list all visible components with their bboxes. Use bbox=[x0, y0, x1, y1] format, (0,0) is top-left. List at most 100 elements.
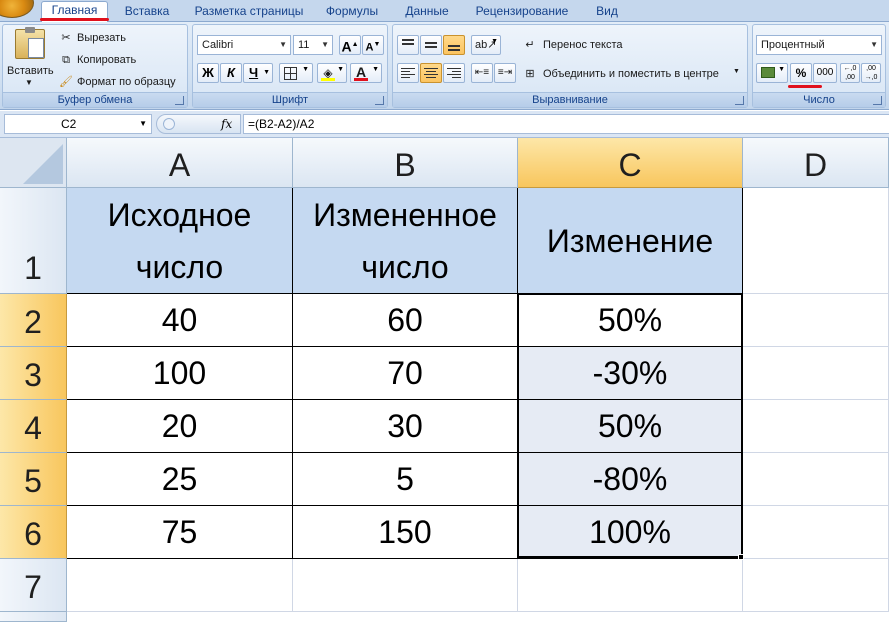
scissors-icon: ✂ bbox=[61, 32, 71, 44]
cell-c4[interactable]: 50% bbox=[518, 400, 743, 453]
merge-center-icon: ⊞ bbox=[525, 68, 535, 80]
cell-d3[interactable] bbox=[743, 347, 889, 400]
cell-a7[interactable] bbox=[67, 559, 293, 612]
chevron-down-icon[interactable]: ▼ bbox=[733, 68, 740, 75]
cell-a1[interactable]: Исходное число bbox=[67, 188, 293, 294]
cell-b4[interactable]: 30 bbox=[293, 400, 518, 453]
row-header-4[interactable]: 4 bbox=[0, 400, 67, 453]
align-bottom-button[interactable] bbox=[443, 35, 465, 55]
cell-d5[interactable] bbox=[743, 453, 889, 506]
name-box[interactable]: C2 ▼ bbox=[4, 114, 152, 134]
chevron-down-icon: ▼ bbox=[491, 38, 498, 45]
increase-decimal-button[interactable]: ←,0 ,00 bbox=[840, 63, 860, 83]
italic-button[interactable]: К bbox=[220, 63, 242, 83]
decrease-indent-button[interactable]: ⇤≡ bbox=[471, 63, 493, 83]
thousands-separator-button[interactable]: 000 bbox=[813, 63, 837, 83]
chevron-down-icon: ▼ bbox=[139, 119, 147, 128]
number-launcher-icon[interactable] bbox=[873, 96, 882, 105]
cell-b5[interactable]: 5 bbox=[293, 453, 518, 506]
cell-a4[interactable]: 20 bbox=[67, 400, 293, 453]
cut-button[interactable]: Вырезать bbox=[77, 32, 126, 44]
number-format-combo[interactable]: Процентный ▼ bbox=[756, 35, 882, 55]
clipboard-launcher-icon[interactable] bbox=[175, 96, 184, 105]
cell-b2[interactable]: 60 bbox=[293, 294, 518, 347]
insert-function-icon[interactable]: fx bbox=[221, 117, 232, 131]
row-header-8[interactable] bbox=[0, 612, 67, 622]
row-header-2[interactable]: 2 bbox=[0, 294, 67, 347]
font-color-button[interactable]: A ▼ bbox=[350, 63, 382, 83]
row-header-5[interactable]: 5 bbox=[0, 453, 67, 506]
tab-review[interactable]: Рецензирование bbox=[470, 3, 574, 22]
underline-button[interactable]: Ч ▼ bbox=[243, 63, 273, 83]
office-button[interactable] bbox=[0, 0, 34, 18]
increase-indent-button[interactable]: ≡⇥ bbox=[494, 63, 516, 83]
fill-handle[interactable] bbox=[738, 554, 744, 560]
cell-a6[interactable]: 75 bbox=[67, 506, 293, 559]
decrease-decimal-button[interactable]: ,00 →,0 bbox=[861, 63, 881, 83]
row-header-7[interactable]: 7 bbox=[0, 559, 67, 612]
font-launcher-icon[interactable] bbox=[375, 96, 384, 105]
shrink-font-button[interactable]: A▼ bbox=[362, 35, 384, 55]
cell-b1[interactable]: Измененное число bbox=[293, 188, 518, 294]
cell-a5[interactable]: 25 bbox=[67, 453, 293, 506]
chevron-down-icon: ▼ bbox=[321, 40, 329, 49]
row-header-1[interactable]: 1 bbox=[0, 188, 67, 294]
select-all-icon bbox=[23, 144, 63, 184]
cell-c6[interactable]: 100% bbox=[518, 506, 743, 559]
percent-style-button[interactable]: % bbox=[790, 63, 812, 83]
format-painter-button[interactable]: Формат по образцу bbox=[77, 76, 176, 88]
cell-d1[interactable] bbox=[743, 188, 889, 294]
tab-data[interactable]: Данные bbox=[398, 3, 456, 22]
paste-dropdown-icon[interactable]: ▼ bbox=[25, 78, 33, 87]
align-middle-button[interactable] bbox=[420, 35, 442, 55]
cell-c2[interactable]: 50% bbox=[518, 294, 743, 347]
cell-b3[interactable]: 70 bbox=[293, 347, 518, 400]
borders-button[interactable]: ▼ bbox=[279, 63, 313, 83]
align-top-button[interactable] bbox=[397, 35, 419, 55]
formula-input[interactable]: =(B2-A2)/A2 bbox=[243, 114, 889, 134]
merge-center-button[interactable]: Объединить и поместить в центре bbox=[543, 68, 719, 80]
copy-button[interactable]: Копировать bbox=[77, 54, 136, 66]
align-right-button[interactable] bbox=[443, 63, 465, 83]
font-size-combo[interactable]: 11 ▼ bbox=[293, 35, 333, 55]
column-header-c[interactable]: C bbox=[518, 138, 743, 188]
cell-b7[interactable] bbox=[293, 559, 518, 612]
font-size-value: 11 bbox=[298, 39, 310, 51]
tab-formulas[interactable]: Формулы bbox=[320, 3, 384, 22]
column-header-a[interactable]: A bbox=[67, 138, 293, 188]
alignment-launcher-icon[interactable] bbox=[735, 96, 744, 105]
row-header-3[interactable]: 3 bbox=[0, 347, 67, 400]
ribbon: Вставить ▼ ✂ Вырезать ⧉ Копировать 🖌 Фор… bbox=[0, 22, 889, 114]
column-header-d[interactable]: D bbox=[743, 138, 889, 188]
currency-format-button[interactable]: ▼ bbox=[756, 63, 788, 83]
cell-b6[interactable]: 150 bbox=[293, 506, 518, 559]
cell-c5[interactable]: -80% bbox=[518, 453, 743, 506]
cell-d6[interactable] bbox=[743, 506, 889, 559]
tab-view[interactable]: Вид bbox=[588, 3, 626, 22]
orientation-button[interactable]: ab↗ ▼ bbox=[471, 35, 501, 55]
chevron-down-icon: ▼ bbox=[302, 66, 309, 73]
font-name-combo[interactable]: Calibri ▼ bbox=[197, 35, 291, 55]
bold-button[interactable]: Ж bbox=[197, 63, 219, 83]
cell-c1[interactable]: Изменение bbox=[518, 188, 743, 294]
align-left-button[interactable] bbox=[397, 63, 419, 83]
align-center-button[interactable] bbox=[420, 63, 442, 83]
cell-c3[interactable]: -30% bbox=[518, 347, 743, 400]
cell-c7[interactable] bbox=[518, 559, 743, 612]
chevron-down-icon: ▼ bbox=[279, 40, 287, 49]
cell-a3[interactable]: 100 bbox=[67, 347, 293, 400]
paste-button[interactable]: Вставить bbox=[7, 65, 54, 77]
row-header-6[interactable]: 6 bbox=[0, 506, 67, 559]
select-all-button[interactable] bbox=[0, 138, 67, 188]
grow-font-button[interactable]: A▲ bbox=[339, 35, 361, 55]
column-header-b[interactable]: B bbox=[293, 138, 518, 188]
tab-insert[interactable]: Вставка bbox=[118, 3, 176, 22]
cell-d7[interactable] bbox=[743, 559, 889, 612]
wrap-text-button[interactable]: Перенос текста bbox=[543, 39, 623, 51]
fill-color-button[interactable]: ◈ ▼ bbox=[317, 63, 347, 83]
tab-page-layout[interactable]: Разметка страницы bbox=[190, 3, 308, 22]
cell-a2[interactable]: 40 bbox=[67, 294, 293, 347]
cell-d2[interactable] bbox=[743, 294, 889, 347]
paste-icon[interactable] bbox=[15, 27, 45, 59]
cell-d4[interactable] bbox=[743, 400, 889, 453]
